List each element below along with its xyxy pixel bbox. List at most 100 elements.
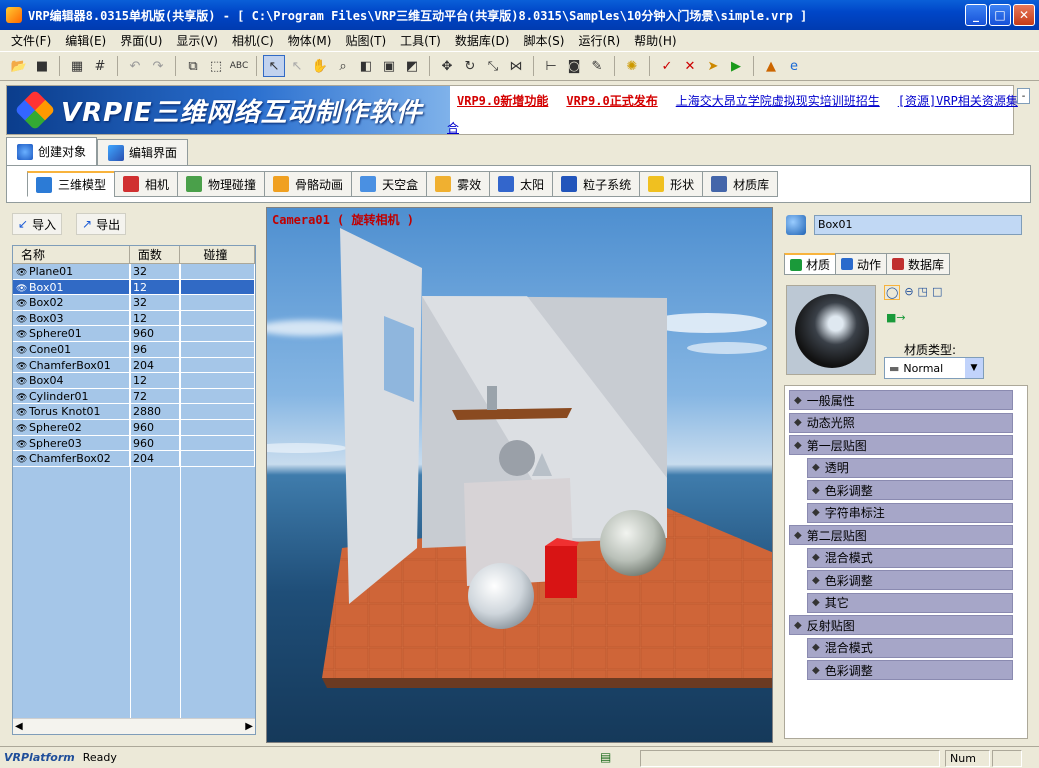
visibility-eye-icon[interactable]: 👁 xyxy=(16,406,27,419)
logo-area[interactable]: VRPIE三维网络互动制作软件 xyxy=(7,86,450,134)
menu-file[interactable]: 文件(F) xyxy=(4,32,58,49)
visibility-eye-icon[interactable]: 👁 xyxy=(16,282,27,295)
visibility-eye-icon[interactable]: 👁 xyxy=(16,313,27,326)
property-blend[interactable]: ◆ 混合模式 xyxy=(807,547,1013,568)
align-icon[interactable]: ⊢ xyxy=(540,55,562,77)
paint-icon[interactable]: ✎ xyxy=(586,55,608,77)
camera-icon[interactable]: ◙ xyxy=(563,55,585,77)
visibility-eye-icon[interactable]: 👁 xyxy=(16,438,27,451)
visibility-eye-icon[interactable]: 👁 xyxy=(16,266,27,279)
horizontal-scrollbar[interactable]: ◀ ▶ xyxy=(13,718,255,734)
property-transparent[interactable]: ◆ 透明 xyxy=(807,457,1013,478)
column-name[interactable]: 名称 xyxy=(13,246,130,263)
export-icon[interactable]: ➤ xyxy=(702,55,724,77)
scroll-left-icon[interactable]: ◀ xyxy=(15,721,23,732)
cube-icon[interactable]: ◩ xyxy=(401,55,423,77)
redo-icon[interactable]: ↷ xyxy=(147,55,169,77)
menu-camera[interactable]: 相机(C) xyxy=(225,32,281,49)
fit-icon[interactable]: ◧ xyxy=(355,55,377,77)
play-icon[interactable]: ▶ xyxy=(725,55,747,77)
property-reflect[interactable]: ◆ 反射贴图 xyxy=(789,615,1013,635)
subtab-3d-model[interactable]: 三维模型 xyxy=(27,171,116,197)
banner-link-new-features[interactable]: VRP9.0新增功能 xyxy=(457,92,548,109)
banner-collapse-button[interactable]: - xyxy=(1017,88,1030,104)
render-icon[interactable]: ✺ xyxy=(621,55,643,77)
subtab-shape[interactable]: 形状 xyxy=(639,171,704,197)
rotate-icon[interactable]: ↻ xyxy=(459,55,481,77)
property-color[interactable]: ◆ 色彩调整 xyxy=(807,570,1013,590)
object-name-field[interactable]: Box01 xyxy=(814,215,1022,235)
menu-view[interactable]: 显示(V) xyxy=(169,32,225,49)
tab-database[interactable]: 数据库 xyxy=(886,253,951,275)
property-color[interactable]: ◆ 色彩调整 xyxy=(807,480,1013,500)
preview-box-icon[interactable]: ◳ xyxy=(918,285,928,300)
property-texture[interactable]: ◆ 第二层贴图 xyxy=(789,525,1013,545)
brush-icon[interactable]: ▲ xyxy=(760,55,782,77)
table-row[interactable]: 👁 Plane01 32 xyxy=(13,264,255,280)
table-row[interactable]: 👁 Box01 12 xyxy=(13,279,255,296)
save-icon[interactable]: ■ xyxy=(31,55,53,77)
banner-link-training[interactable]: 上海交大昂立学院虚拟现实培训班招生 xyxy=(676,92,880,109)
menu-edit[interactable]: 编辑(E) xyxy=(58,32,113,49)
table-row[interactable]: 👁 ChamferBox01 204 xyxy=(13,357,255,374)
table-row[interactable]: 👁 Torus Knot01 2880 xyxy=(13,404,255,420)
tab-action[interactable]: 动作 xyxy=(835,253,888,275)
property-general[interactable]: ◆ 一般属性 xyxy=(789,390,1013,410)
export-button[interactable]: ↗ 导出 xyxy=(76,213,127,235)
property-light[interactable]: ◆ 动态光照 xyxy=(789,412,1013,433)
table-row[interactable]: 👁 Sphere02 960 xyxy=(13,419,255,436)
visibility-eye-icon[interactable]: 👁 xyxy=(16,422,27,435)
grid-icon[interactable]: ▦ xyxy=(66,55,88,77)
table-row[interactable]: 👁 Box03 12 xyxy=(13,310,255,327)
table-row[interactable]: 👁 Cone01 96 xyxy=(13,341,255,358)
visibility-eye-icon[interactable]: 👁 xyxy=(16,453,27,466)
preview-plane-icon[interactable]: □ xyxy=(932,285,942,300)
banner-link-resources[interactable]: [资源]VRP相关资源集 xyxy=(898,92,1018,109)
menu-texture[interactable]: 贴图(T) xyxy=(338,32,393,49)
select-rect-icon[interactable]: ⬚ xyxy=(205,55,227,77)
copy-icon[interactable]: ⧉ xyxy=(182,55,204,77)
pointer2-icon[interactable]: ↖ xyxy=(286,55,308,77)
table-row[interactable]: 👁 Sphere01 960 xyxy=(13,326,255,342)
scale-icon[interactable]: ⤡ xyxy=(482,55,504,77)
menu-help[interactable]: 帮助(H) xyxy=(627,32,683,49)
visibility-eye-icon[interactable]: 👁 xyxy=(16,328,27,341)
table-row[interactable]: 👁 Box02 32 xyxy=(13,295,255,311)
visibility-eye-icon[interactable]: 👁 xyxy=(16,297,27,310)
menu-database[interactable]: 数据库(D) xyxy=(448,32,517,49)
menu-object[interactable]: 物体(M) xyxy=(281,32,339,49)
property-other[interactable]: ◆ 其它 xyxy=(807,592,1013,613)
property-color[interactable]: ◆ 色彩调整 xyxy=(807,660,1013,680)
subtab-fog[interactable]: 雾效 xyxy=(426,171,491,197)
visibility-eye-icon[interactable]: 👁 xyxy=(16,344,27,357)
undo-icon[interactable]: ↶ xyxy=(124,55,146,77)
browser-icon[interactable]: e xyxy=(783,55,805,77)
frame-icon[interactable]: ▣ xyxy=(378,55,400,77)
preview-sphere-icon[interactable]: ◯ xyxy=(884,285,901,300)
property-blend[interactable]: ◆ 混合模式 xyxy=(807,637,1013,658)
close-button[interactable]: ✕ xyxy=(1013,4,1035,26)
subtab-sun[interactable]: 太阳 xyxy=(489,171,554,197)
maximize-button[interactable]: □ xyxy=(989,4,1011,26)
column-collision[interactable]: 碰撞 xyxy=(180,246,255,263)
subtab-material-lib[interactable]: 材质库 xyxy=(702,171,779,197)
tab-create-object[interactable]: 创建对象 xyxy=(6,137,98,165)
visibility-eye-icon[interactable]: 👁 xyxy=(16,360,27,373)
preview-cylinder-icon[interactable]: ⊖ xyxy=(904,285,913,300)
banner-link-release[interactable]: VRP9.0正式发布 xyxy=(566,92,657,109)
move-icon[interactable]: ✥ xyxy=(436,55,458,77)
text-icon[interactable]: ABC xyxy=(228,55,250,77)
property-string[interactable]: ◆ 字符串标注 xyxy=(807,502,1013,523)
subtab-camera[interactable]: 相机 xyxy=(114,171,179,197)
open-icon[interactable]: 📂 xyxy=(8,55,30,77)
cross-icon[interactable]: ✕ xyxy=(679,55,701,77)
pointer-icon[interactable]: ↖ xyxy=(263,55,285,77)
scroll-right-icon[interactable]: ▶ xyxy=(245,721,253,732)
table-row[interactable]: 👁 Cylinder01 72 xyxy=(13,388,255,405)
mirror-icon[interactable]: ⋈ xyxy=(505,55,527,77)
table-row[interactable]: 👁 Sphere03 960 xyxy=(13,435,255,452)
minimize-button[interactable]: _ xyxy=(965,4,987,26)
chevron-down-icon[interactable]: ▼ xyxy=(965,358,983,378)
menu-tools[interactable]: 工具(T) xyxy=(393,32,448,49)
subtab-physics[interactable]: 物理碰撞 xyxy=(177,171,266,197)
